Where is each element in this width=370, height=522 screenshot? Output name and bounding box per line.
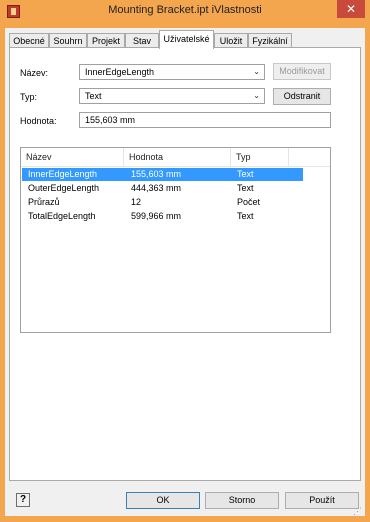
list-cell-type: Text (237, 211, 254, 221)
dialog-window: Mounting Bracket.ipt iVlastnosti ✕ Obecn… (0, 0, 370, 522)
apply-button[interactable]: Použít (285, 492, 359, 509)
remove-button[interactable]: Odstranit (273, 88, 331, 105)
list-row[interactable]: Průrazů 12 Počet (22, 196, 303, 209)
tab-fyzikalni[interactable]: Fyzikální (248, 33, 292, 48)
list-cell-name: TotalEdgeLength (28, 211, 96, 221)
close-button[interactable]: ✕ (337, 0, 365, 18)
chevron-down-icon[interactable]: ⌄ (253, 89, 260, 103)
list-cell-name: Průrazů (28, 197, 60, 207)
resize-grip-icon[interactable]: ⋰ (353, 506, 363, 516)
list-cell-value: 155,603 mm (131, 169, 182, 179)
list-cell-type: Text (237, 183, 254, 193)
type-combo[interactable]: Text ⌄ (79, 88, 265, 104)
list-cell-value: 12 (131, 197, 142, 207)
tab-uzivatelske[interactable]: Uživatelské (159, 30, 214, 49)
list-row[interactable]: InnerEdgeLength 155,603 mm Text (22, 168, 303, 181)
dialog-client-area: Obecné Souhrn Projekt Stav Uživatelské U… (5, 28, 365, 516)
column-header-value[interactable]: Hodnota (124, 148, 231, 166)
value-input[interactable]: 155,603 mm (79, 112, 331, 128)
help-icon[interactable]: ? (16, 493, 30, 507)
tab-obecne[interactable]: Obecné (9, 33, 49, 48)
list-row[interactable]: OuterEdgeLength 444,363 mm Text (22, 182, 303, 195)
tab-souhrn[interactable]: Souhrn (49, 33, 87, 48)
tab-stav[interactable]: Stav (125, 33, 159, 48)
name-combo[interactable]: InnerEdgeLength ⌄ (79, 64, 265, 80)
tab-projekt[interactable]: Projekt (87, 33, 125, 48)
type-combo-value: Text (85, 91, 102, 101)
name-combo-value: InnerEdgeLength (85, 67, 155, 77)
title-bar[interactable]: Mounting Bracket.ipt iVlastnosti ✕ (0, 0, 370, 24)
window-title: Mounting Bracket.ipt iVlastnosti (108, 4, 262, 16)
list-cell-value: 599,966 mm (131, 211, 182, 221)
custom-properties-panel: Název: InnerEdgeLength ⌄ Modifikovat Typ… (9, 47, 361, 481)
cancel-button[interactable]: Storno (205, 492, 279, 509)
column-header-type[interactable]: Typ (231, 148, 289, 166)
column-header-name[interactable]: Název (21, 148, 124, 166)
list-row[interactable]: TotalEdgeLength 599,966 mm Text (22, 210, 303, 223)
type-label: Typ: (20, 92, 38, 102)
list-cell-value: 444,363 mm (131, 183, 182, 193)
value-label: Hodnota: (20, 116, 57, 126)
modify-button[interactable]: Modifikovat (273, 63, 331, 80)
properties-list[interactable]: Název Hodnota Typ InnerEdgeLength 155,60… (20, 147, 331, 333)
list-cell-name: OuterEdgeLength (28, 183, 100, 193)
tab-ulozit[interactable]: Uložit (214, 33, 248, 48)
list-header: Název Hodnota Typ (21, 148, 330, 167)
name-label: Název: (20, 68, 49, 78)
list-cell-name: InnerEdgeLength (28, 169, 98, 179)
list-cell-type: Počet (237, 197, 261, 207)
list-cell-type: Text (237, 169, 254, 179)
chevron-down-icon[interactable]: ⌄ (253, 65, 260, 79)
ok-button[interactable]: OK (126, 492, 200, 509)
